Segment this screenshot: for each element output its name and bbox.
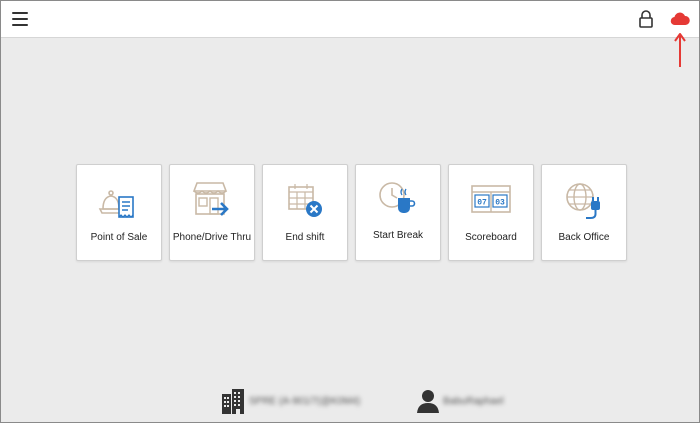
tile-label: End shift [285, 232, 325, 243]
back-office-icon [566, 183, 600, 219]
tile-label: Scoreboard [465, 232, 517, 243]
tile-label: Phone/Drive Thru [172, 232, 252, 243]
red-arrow-annotation [674, 33, 686, 67]
scoreboard-digits-left: 07 [477, 199, 487, 208]
hamburger-menu-icon[interactable] [12, 12, 28, 26]
start-break-icon [379, 182, 416, 213]
tile-label: Back Office [558, 232, 610, 243]
tile-scoreboard[interactable]: 07 03 Scoreboard [448, 164, 534, 261]
tile-label: Point of Sale [90, 232, 148, 243]
end-shift-icon [288, 184, 322, 217]
tile-start-break[interactable]: Start Break [355, 164, 441, 261]
user-icon [417, 390, 439, 413]
point-of-sale-icon [98, 190, 134, 218]
tile-label: Start Break [372, 230, 424, 241]
tile-back-office[interactable]: Back Office [541, 164, 627, 261]
footer-info: SPRE (A-901/7(@K0M4) BabuRaphael [221, 387, 513, 415]
scoreboard-digits-right: 03 [495, 199, 505, 208]
lock-icon[interactable] [638, 10, 654, 28]
tile-phone-drive-thru[interactable]: Phone/Drive Thru [169, 164, 255, 261]
tile-end-shift[interactable]: End shift [262, 164, 348, 261]
app-frame: Point of Sale Phone/Drive Thru End shift [0, 0, 700, 423]
store-name: SPRE (A-901/7(@K0M4) [249, 395, 361, 407]
building-icon [222, 389, 244, 414]
app-tiles: Point of Sale Phone/Drive Thru End shift [76, 164, 627, 261]
phone-drive-thru-icon [192, 182, 229, 216]
top-bar [1, 1, 699, 38]
cloud-icon[interactable] [670, 11, 690, 27]
scoreboard-icon: 07 03 [471, 185, 511, 213]
tile-point-of-sale[interactable]: Point of Sale [76, 164, 162, 261]
user-name: BabuRaphael [443, 395, 504, 407]
